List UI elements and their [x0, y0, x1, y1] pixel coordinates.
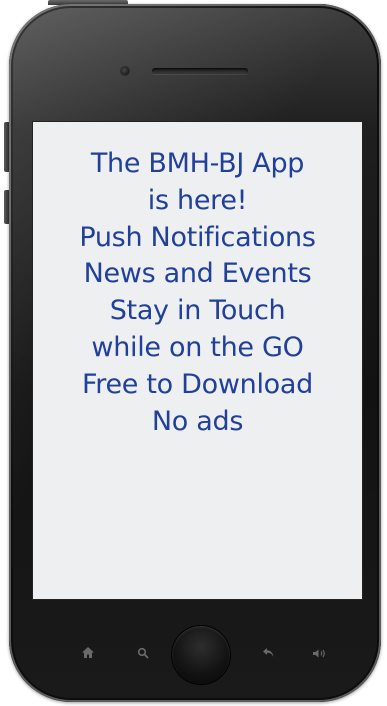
screen-message: The BMH-BJ App is here! Push Notificatio… — [33, 146, 362, 440]
home-button — [172, 626, 230, 684]
phone-mockup: The BMH-BJ App is here! Push Notificatio… — [0, 0, 387, 706]
home-icon — [81, 646, 95, 662]
screen-line: Push Notifications — [79, 221, 316, 253]
screen-line: while on the GO — [91, 331, 304, 363]
search-icon — [137, 647, 149, 662]
screen-line: is here! — [147, 184, 248, 216]
screen-line: Stay in Touch — [109, 295, 286, 327]
screen-line: No ads — [151, 405, 244, 437]
screen-line: The BMH-BJ App — [90, 148, 305, 179]
screen-line: Free to Download — [82, 368, 313, 400]
phone-screen: The BMH-BJ App is here! Push Notificatio… — [33, 122, 362, 599]
front-camera — [121, 67, 129, 75]
volume-icon — [312, 648, 330, 662]
back-arrow-icon — [262, 647, 275, 661]
screen-line: News and Events — [83, 258, 312, 290]
earpiece-speaker — [152, 68, 248, 74]
